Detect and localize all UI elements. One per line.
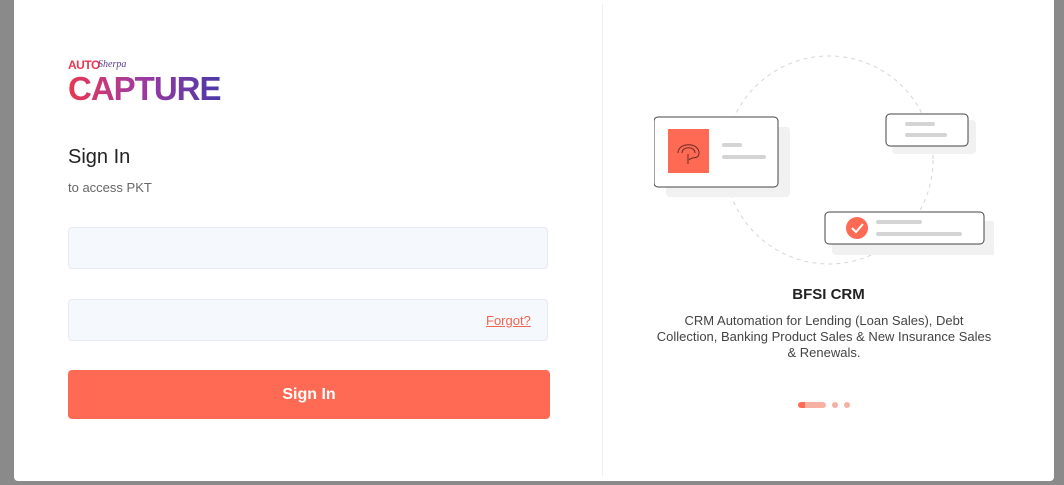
capture-logo: AUTO Sherpa CAPTURE bbox=[68, 58, 222, 107]
username-input[interactable] bbox=[68, 227, 548, 269]
carousel-title: BFSI CRM bbox=[792, 286, 865, 303]
carousel-dot-3[interactable] bbox=[844, 402, 850, 408]
login-card: AUTO Sherpa CAPTURE Sign In to access PK… bbox=[14, 0, 1054, 481]
carousel-dot-2[interactable] bbox=[832, 402, 838, 408]
password-input[interactable] bbox=[68, 299, 548, 341]
check-circle-icon bbox=[846, 217, 868, 239]
page-title: Sign In bbox=[68, 146, 131, 168]
crm-illustration bbox=[654, 55, 994, 265]
panel-divider bbox=[602, 4, 603, 476]
forgot-password-link[interactable]: Forgot? bbox=[486, 313, 531, 328]
sign-in-button[interactable]: Sign In bbox=[68, 370, 550, 419]
carousel-description: CRM Automation for Lending (Loan Sales),… bbox=[656, 313, 992, 360]
carousel-dot-1[interactable] bbox=[798, 402, 826, 408]
logo-sherpa-text: Sherpa bbox=[98, 59, 127, 70]
page-subtitle: to access PKT bbox=[68, 180, 152, 195]
logo-capture-text: CAPTURE bbox=[68, 70, 222, 107]
